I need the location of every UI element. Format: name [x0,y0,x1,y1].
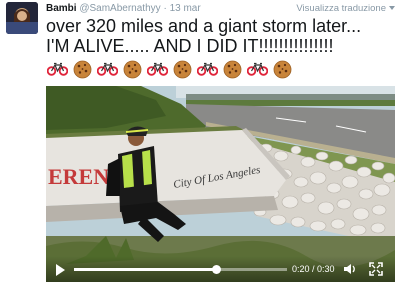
emoji-row [47,59,292,79]
bicycle-icon [247,62,268,76]
cookie-icon [123,60,142,78]
volume-icon[interactable] [343,262,357,276]
bicycle-icon [97,62,118,76]
tweet-text: over 320 miles and a giant storm later..… [46,16,396,56]
cookie-icon [223,60,242,78]
bicycle-icon [47,62,68,76]
separator-dot: · [163,3,167,14]
translate-link[interactable]: Visualizza traduzione [296,2,395,16]
chevron-down-icon[interactable] [389,6,395,11]
cookie-icon [173,60,192,78]
video-player[interactable]: ERENC City Of Los Angeles 0:20 / 0:30 [46,86,395,282]
play-icon[interactable] [56,264,65,276]
video-controls: 0:20 / 0:30 [46,256,395,282]
bicycle-icon [197,62,218,76]
tweet-date[interactable]: 13 mar [170,3,201,14]
scrubber-handle[interactable] [212,265,222,274]
cookie-icon [73,60,92,78]
progress-fill [74,268,217,271]
avatar-image [6,2,38,34]
progress-bar[interactable] [74,265,287,274]
tweet-header: Bambi @SamAbernathyy · 13 mar Visualizza… [46,2,395,16]
avatar[interactable] [6,2,38,34]
video-time: 0:20 / 0:30 [292,264,335,274]
tweet-text-line-1: over 320 miles and a giant storm later..… [46,16,362,36]
cookie-icon [273,60,292,78]
translate-label: Visualizza traduzione [296,3,386,14]
video-frame: ERENC City Of Los Angeles [46,86,395,282]
fullscreen-icon[interactable] [369,262,383,276]
bicycle-icon [147,62,168,76]
author-handle[interactable]: @SamAbernathyy [79,3,160,14]
tweet-text-line-2: I'M ALIVE..... AND I DID IT!!!!!!!!!!!!!… [46,36,334,56]
author-name[interactable]: Bambi [46,3,77,14]
